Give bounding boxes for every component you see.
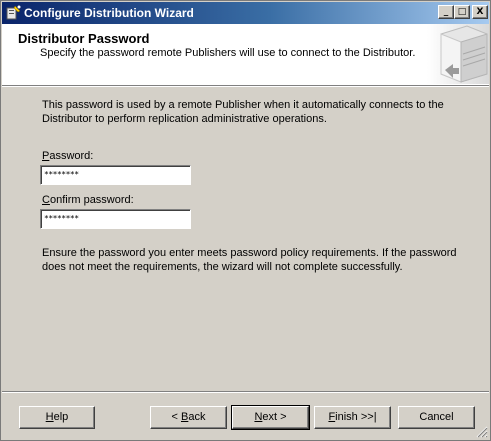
help-button[interactable]: Help (19, 406, 95, 429)
help-rest: elp (53, 411, 69, 423)
confirm-password-field[interactable]: ******** (40, 209, 191, 229)
wizard-app-icon (6, 5, 22, 21)
close-button[interactable]: X (472, 5, 488, 19)
back-prefix: < (171, 411, 181, 423)
cancel-button[interactable]: Cancel (398, 406, 475, 429)
policy-note: Ensure the password you enter meets pass… (42, 246, 462, 274)
wizard-header: Distributor Password Specify the passwor… (2, 24, 489, 87)
policy-note-line-2: does not meet the requirements, the wiza… (42, 261, 403, 273)
confirm-label-accel: C (42, 194, 50, 206)
maximize-icon: □ (457, 6, 467, 17)
password-field[interactable]: ******** (40, 165, 191, 185)
next-button[interactable]: Next > (231, 405, 310, 430)
footer-divider (2, 391, 489, 393)
wizard-content: This password is used by a remote Publis… (1, 87, 490, 387)
window-title: Configure Distribution Wizard (24, 6, 194, 20)
page-subtitle: Specify the password remote Publishers w… (40, 47, 416, 59)
intro-line-2: Distributor to perform replication admin… (42, 113, 327, 125)
confirm-password-label: Confirm password: (42, 194, 134, 206)
maximize-button[interactable]: □ (454, 5, 470, 19)
intro-line-1: This password is used by a remote Publis… (42, 99, 444, 111)
password-label: Password: (42, 150, 93, 162)
intro-text: This password is used by a remote Publis… (42, 98, 462, 126)
policy-note-line-1: Ensure the password you enter meets pass… (42, 247, 457, 259)
close-icon: X (476, 6, 484, 17)
server-wizard-graphic (427, 24, 489, 84)
finish-rest: inish >>| (335, 411, 377, 423)
minimize-icon: _ (443, 6, 449, 17)
title-bar[interactable]: Configure Distribution Wizard _ □ X (2, 2, 489, 24)
back-rest: ack (188, 411, 206, 423)
wizard-window: Configure Distribution Wizard _ □ X Dist… (0, 0, 491, 441)
next-rest: ext > (262, 411, 287, 423)
confirm-label-rest: onfirm password: (49, 194, 134, 206)
password-label-rest: assword: (49, 150, 94, 162)
minimize-button[interactable]: _ (438, 5, 454, 19)
page-title: Distributor Password (18, 31, 150, 46)
finish-button[interactable]: Finish >>| (314, 406, 391, 429)
back-button[interactable]: < Back (150, 406, 227, 429)
help-accel: H (45, 411, 54, 423)
resize-grip-icon[interactable] (476, 426, 488, 438)
